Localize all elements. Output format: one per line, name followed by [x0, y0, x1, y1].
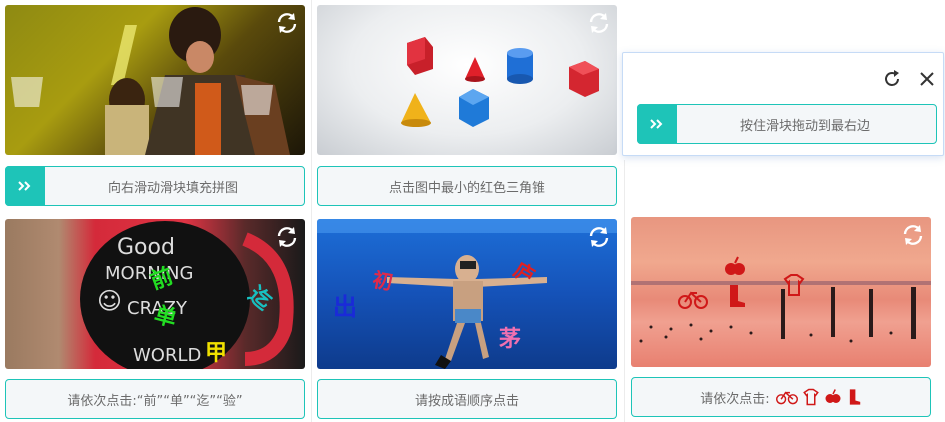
apple-icon: [825, 389, 841, 403]
refresh-icon[interactable]: [275, 11, 299, 35]
double-chevron-right-icon: [18, 181, 31, 191]
instruction-bar: 请依次点击:“前”“单”“迄”“验”: [5, 379, 305, 419]
slider-bar[interactable]: 按住滑块拖动到最右边: [637, 104, 937, 144]
instruction-text: 请按成语顺序点击: [414, 393, 519, 409]
close-icon[interactable]: [917, 69, 937, 89]
refresh-icon[interactable]: [587, 11, 611, 35]
svg-text:Good: Good: [117, 235, 175, 260]
instruction-bar: 点击图中最小的红色三角锥: [317, 166, 617, 206]
slider-instruction: 向右滑动滑块填充拼图: [107, 180, 238, 196]
sunset-scene: [631, 281, 931, 343]
captcha-image-fashion: [5, 5, 305, 155]
slider-bar[interactable]: 向右滑动滑块填充拼图: [5, 166, 305, 206]
refresh-icon[interactable]: [882, 69, 902, 89]
diver-scene: [317, 219, 617, 369]
boot-icon: [849, 389, 860, 405]
captcha-image-shapes[interactable]: [317, 5, 617, 155]
column-separator: [624, 160, 625, 422]
instruction-bar: 请依次点击:: [631, 377, 931, 417]
captcha-image-sunset[interactable]: [631, 217, 931, 367]
refresh-icon[interactable]: [275, 225, 299, 249]
refresh-icon[interactable]: [587, 225, 611, 249]
slider-handle[interactable]: [637, 104, 677, 144]
slider-instruction: 按住滑块拖动到最右边: [739, 118, 870, 134]
apple-icon[interactable]: [723, 255, 747, 279]
idiom-char[interactable]: 茅: [499, 321, 521, 353]
shirt-icon: [802, 388, 819, 406]
captcha-image-diver[interactable]: 出 初 茅 庐: [317, 219, 617, 369]
bicycle-icon[interactable]: [678, 289, 708, 309]
target-char[interactable]: 验: [255, 283, 256, 284]
refresh-icon[interactable]: [901, 223, 925, 247]
column-separator: [311, 0, 312, 422]
svg-text:☺: ☺: [97, 287, 122, 315]
distractor-char[interactable]: 甲: [205, 335, 227, 367]
double-chevron-right-icon: [650, 119, 663, 129]
instruction-text: 点击图中最小的红色三角锥: [388, 180, 545, 196]
slider-popup: 按住滑块拖动到最右边: [622, 52, 944, 156]
instruction-text: 请依次点击:“前”“单”“迄”“验”: [67, 393, 243, 409]
puzzle-piece[interactable]: [11, 77, 43, 107]
slider-handle[interactable]: [5, 166, 45, 206]
boot-icon[interactable]: [725, 283, 747, 309]
instruction-bar: 请按成语顺序点击: [317, 379, 617, 419]
idiom-char[interactable]: 出: [333, 287, 357, 322]
captcha-image-mug[interactable]: Good MORNING CRAZY WORLD ☺ 前 单 迄 验 甲: [5, 219, 305, 369]
puzzle-hole: [241, 85, 273, 115]
bicycle-icon: [775, 391, 798, 405]
instruction-text: 请依次点击:: [700, 391, 770, 407]
shirt-icon[interactable]: [783, 273, 805, 297]
puzzle-hole: [151, 77, 183, 107]
shapes-scene: [401, 37, 599, 127]
svg-text:WORLD: WORLD: [133, 345, 201, 366]
